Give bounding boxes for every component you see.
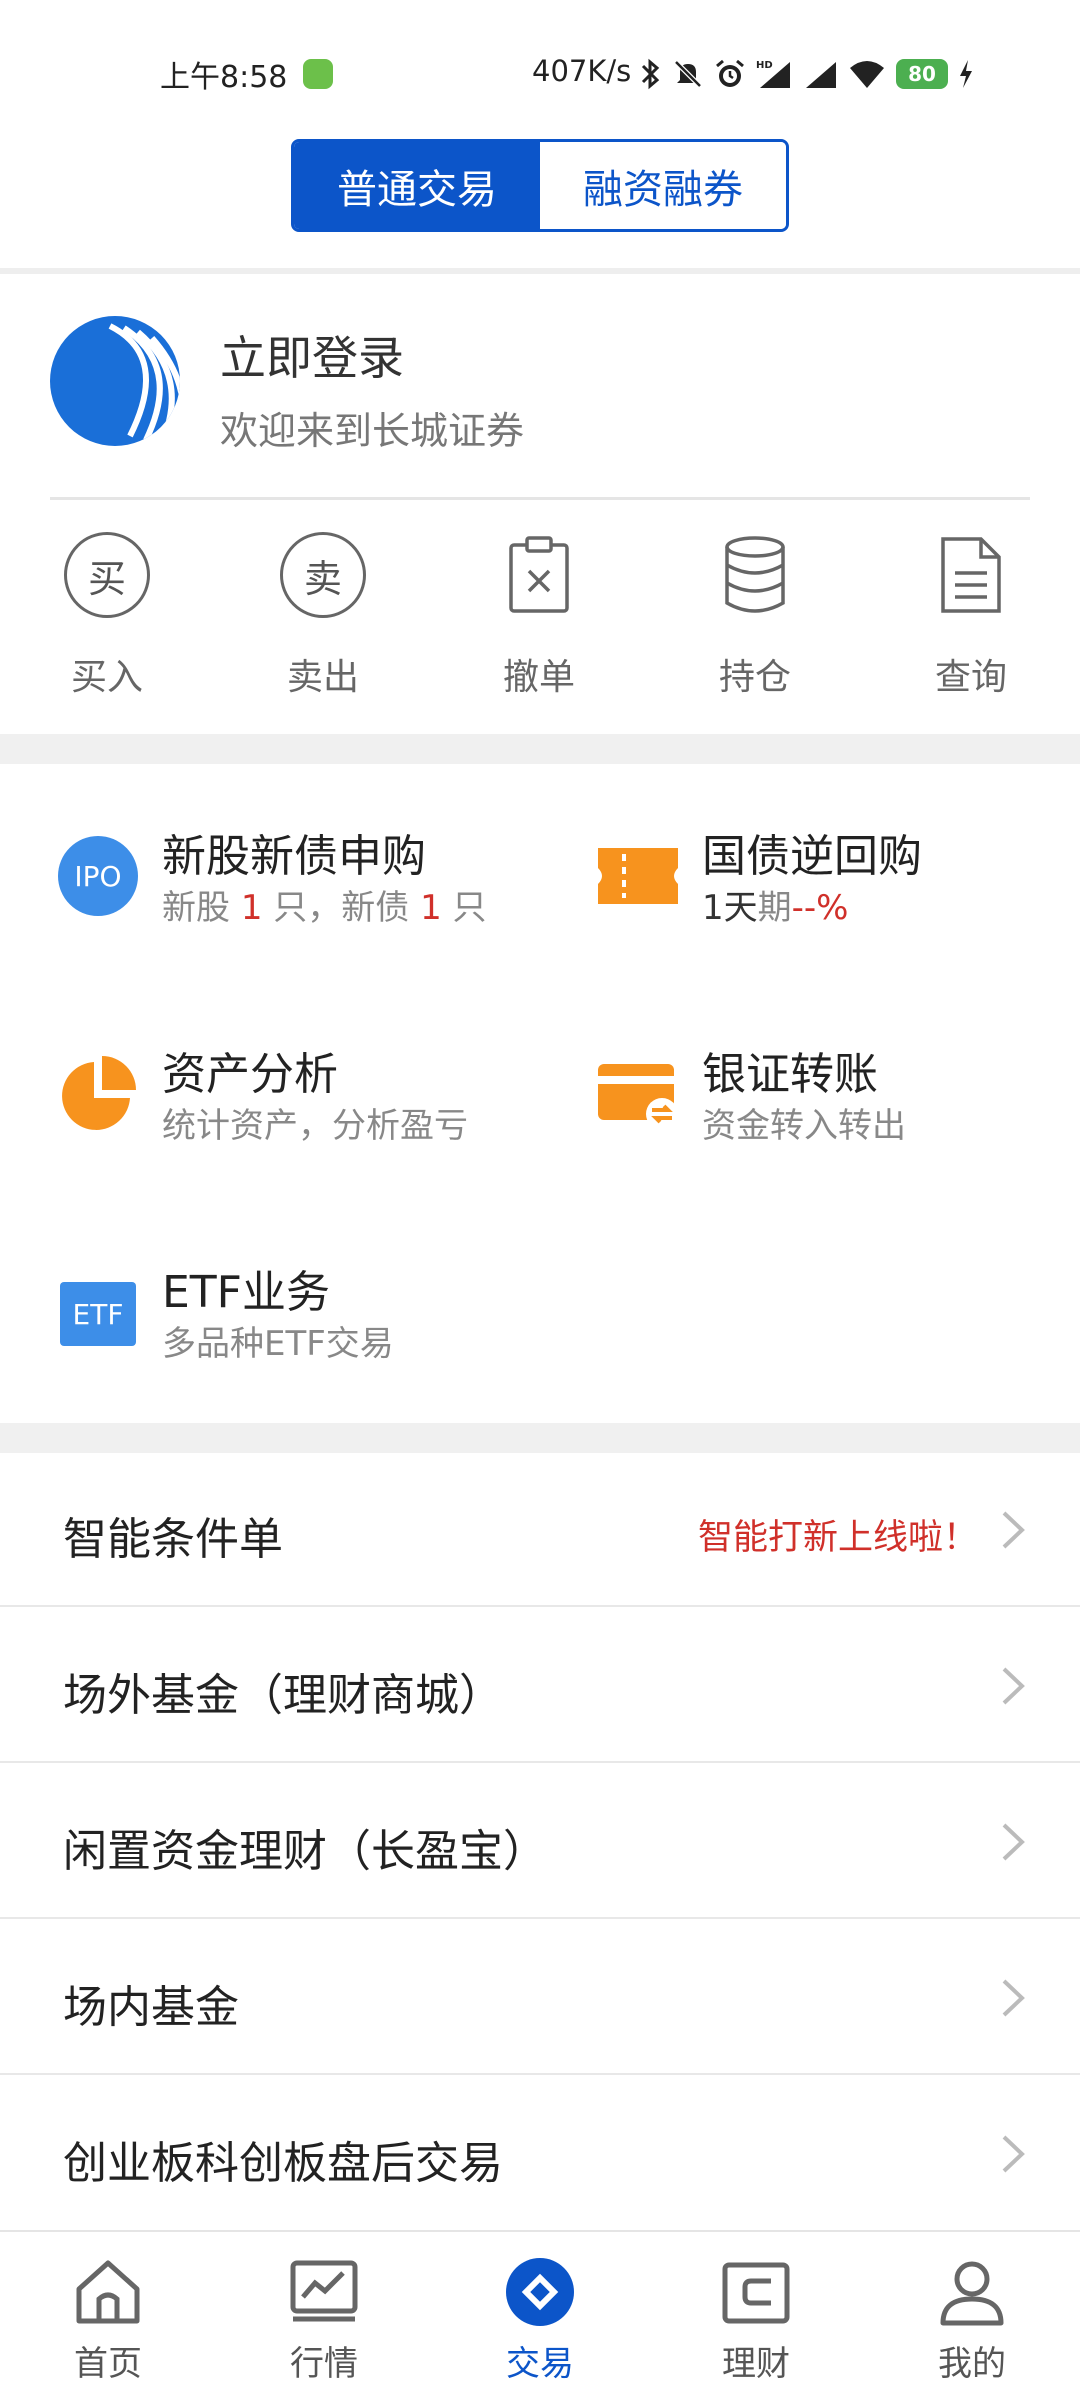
profile-icon [940,2261,1004,2326]
etf-icon: ETF [60,1282,136,1346]
etf-title: ETF业务 [162,1267,330,1318]
nav-wealth[interactable]: 理财 [686,2252,826,2385]
tab-margin-trade[interactable]: 融资融券 [540,142,786,229]
nav-profile[interactable]: 我的 [902,2252,1042,2385]
login-title[interactable]: 立即登录 [220,322,404,388]
query-icon [941,537,1001,613]
greatwall-logo-icon[interactable] [50,316,180,446]
header-divider [0,268,1080,274]
nav-market[interactable]: 行情 [254,2252,394,2385]
query-label: 查询 [934,657,1007,698]
list-item-after-hours[interactable]: 创业板科创板盘后交易 [0,2077,1080,2231]
query-button[interactable]: 查询 [891,530,1051,700]
wifi-icon [850,61,884,88]
repo-title: 国债逆回购 [702,831,922,882]
transfer-subtitle: 资金转入转出 [702,1106,906,1146]
nav-home-label: 首页 [74,2344,142,2384]
status-time: 上午8:58 [160,60,288,95]
signal-icon [806,62,836,88]
repo-subtitle: 1天期--% [702,888,849,928]
cancel-order-button[interactable]: 撤单 [459,530,619,700]
status-icons: HD 80 [640,56,974,92]
status-bar: 上午8:58 407K/s HD 80 [0,0,1080,110]
battery-icon: 80 [896,59,948,89]
ipo-icon: IPO [58,836,138,916]
nav-trade-label: 交易 [506,2344,574,2384]
alarm-icon [716,59,744,87]
svg-text:IPO: IPO [74,860,121,893]
svg-text:HD: HD [756,60,773,71]
chevron-right-icon [1002,1511,1025,1549]
asset-title: 资产分析 [162,1049,338,1100]
list-item-otc-fund[interactable]: 场外基金（理财商城） [0,1609,1080,1763]
transfer-title: 银证转账 [702,1049,878,1100]
login-subtitle: 欢迎来到长城证券 [220,409,525,453]
list-item-exchange-fund[interactable]: 场内基金 [0,1921,1080,2075]
pie-chart-icon [62,1056,136,1130]
network-speed: 407K/s [532,54,632,88]
list-item-label: 智能条件单 [63,1514,283,1565]
chevron-right-icon [1002,1979,1025,2017]
cancel-order-icon [509,536,569,613]
holdings-button[interactable]: 持仓 [675,530,835,700]
list-item-idle-cash[interactable]: 闲置资金理财（长盈宝） [0,1765,1080,1919]
buy-button[interactable]: 买 买入 [27,530,187,700]
wallet-icon [722,2262,790,2324]
chevron-right-icon [1002,1667,1025,1705]
list-item-label: 场内基金 [63,1982,239,2033]
quick-actions: 买 买入 卖 卖出 撤单 持仓 查询 [0,530,1080,710]
holdings-icon [725,536,785,613]
sell-label: 卖出 [286,657,359,698]
section-gap [0,734,1080,764]
hd-signal-icon: HD [756,60,790,88]
nav-profile-label: 我的 [938,2344,1006,2384]
asset-subtitle: 统计资产，分析盈亏 [162,1106,468,1146]
trade-icon [506,2258,574,2326]
list-item-label: 闲置资金理财（长盈宝） [63,1826,547,1877]
market-icon [290,2260,358,2322]
promo-text: 智能打新上线啦！ [697,1518,978,1558]
ipo-title: 新股新债申购 [162,831,426,882]
bluetooth-icon [641,58,660,90]
cancel-order-label: 撤单 [502,657,575,698]
list-item-label: 创业板科创板盘后交易 [63,2138,503,2189]
buy-label: 买入 [70,657,143,698]
nav-wealth-label: 理财 [722,2344,790,2384]
card-transfer-icon [598,1064,678,1130]
chevron-right-icon [1002,1823,1025,1861]
buy-icon: 买 [64,532,150,618]
tab-normal-trade[interactable]: 普通交易 [294,142,540,229]
nav-market-label: 行情 [290,2344,358,2384]
sell-icon: 卖 [280,532,366,618]
nav-trade[interactable]: 交易 [470,2252,610,2385]
ticket-icon [598,848,678,904]
mute-icon [674,60,702,88]
bottom-nav: 首页 行情 交易 理财 我的 [0,2230,1080,2400]
sell-button[interactable]: 卖 卖出 [243,530,403,700]
app-notification-icon [303,59,333,89]
nav-home[interactable]: 首页 [38,2252,178,2385]
charging-icon [960,60,972,88]
list-item-smart-order[interactable]: 智能条件单 智能打新上线啦！ [0,1453,1080,1607]
chevron-right-icon [1002,2135,1025,2173]
section-gap [0,1423,1080,1453]
trade-type-switch: 普通交易 融资融券 [291,139,789,232]
divider [50,497,1030,500]
svg-text:ETF: ETF [73,1298,124,1331]
home-icon [76,2260,140,2324]
holdings-label: 持仓 [718,657,791,698]
etf-subtitle: 多品种ETF交易 [162,1324,394,1364]
ipo-subtitle: 新股 1 只，新债 1 只 [162,888,487,928]
list-item-label: 场外基金（理财商城） [63,1670,503,1721]
